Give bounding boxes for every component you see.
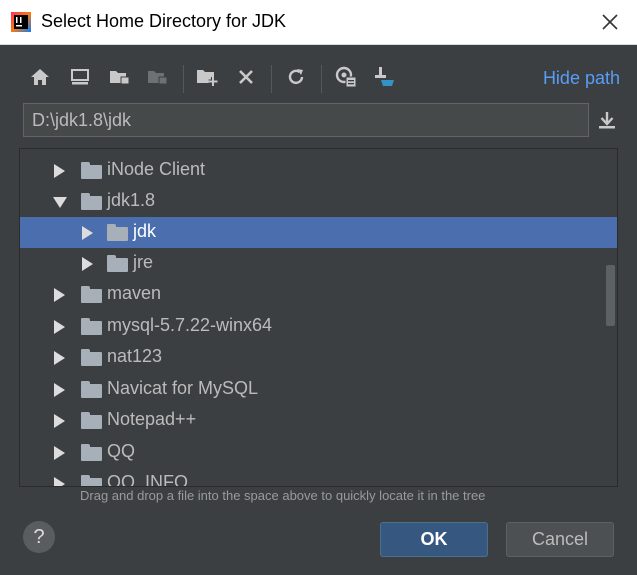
title-bar: Select Home Directory for JDK	[0, 0, 637, 45]
toolbar-separator	[183, 65, 184, 93]
expand-arrow-icon[interactable]	[54, 383, 65, 397]
expand-arrow-icon[interactable]	[54, 288, 65, 302]
home-icon[interactable]	[28, 65, 52, 89]
tree-item-nat123[interactable]: nat123	[20, 342, 617, 373]
expand-arrow-icon[interactable]	[82, 226, 93, 240]
tree-item-label: mysql-5.7.22-winx64	[107, 315, 273, 335]
tree-item-qq-info[interactable]: QQ_INFO	[20, 468, 617, 487]
tree-item-inode-client[interactable]: iNode Client	[20, 155, 617, 186]
folder-icon	[81, 444, 102, 461]
hide-path-link[interactable]: Hide path	[543, 68, 620, 89]
expand-arrow-icon[interactable]	[54, 477, 65, 486]
tree-item-label: jre	[133, 252, 154, 272]
tree-scrollbar-thumb[interactable]	[606, 265, 615, 326]
module-folder-icon[interactable]	[146, 65, 170, 89]
tree-item-jdk1-8[interactable]: jdk1.8	[20, 186, 617, 217]
tree-item-mysql[interactable]: mysql-5.7.22-winx64	[20, 311, 617, 342]
tree-item-label: QQ_INFO	[107, 472, 189, 487]
path-input[interactable]: D:\jdk1.8\jdk	[23, 103, 589, 137]
project-folder-icon[interactable]	[108, 65, 132, 89]
intellij-idea-icon	[11, 12, 31, 32]
tree-item-navicat[interactable]: Navicat for MySQL	[20, 374, 617, 405]
tree-item-maven[interactable]: maven	[20, 279, 617, 310]
desktop-icon[interactable]	[68, 65, 92, 89]
tree-item-qq[interactable]: QQ	[20, 437, 617, 468]
folder-icon	[107, 224, 128, 241]
folder-icon	[81, 381, 102, 398]
tree-item-jdk[interactable]: jdk	[20, 217, 617, 248]
delete-icon[interactable]	[234, 65, 258, 89]
tree-item-label: Notepad++	[107, 409, 197, 429]
help-button[interactable]: ?	[23, 521, 55, 553]
tree-item-label: nat123	[107, 346, 163, 366]
tree-item-label: jdk	[133, 221, 157, 241]
tree-item-label: iNode Client	[107, 159, 206, 179]
toolbar-separator	[271, 65, 272, 93]
folder-icon	[81, 475, 102, 486]
folder-icon	[81, 318, 102, 335]
ok-button[interactable]: OK	[380, 522, 488, 557]
file-tree[interactable]: iNode Client jdk1.8 jdk jre maven mysql-…	[19, 148, 618, 487]
tree-item-label: QQ	[107, 441, 136, 461]
drag-drop-hint: Drag and drop a file into the space abov…	[80, 488, 486, 503]
cancel-button[interactable]: Cancel	[506, 522, 614, 557]
folder-icon	[81, 162, 102, 179]
tree-item-label: jdk1.8	[107, 190, 156, 210]
show-hidden-icon[interactable]	[334, 65, 358, 89]
download-icon[interactable]	[596, 109, 618, 131]
folder-icon	[81, 412, 102, 429]
toolbar-separator	[321, 65, 322, 93]
expand-arrow-icon[interactable]	[82, 257, 93, 271]
dialog-body: Hide path D:\jdk1.8\jdk iNode Client jdk…	[0, 45, 637, 575]
expand-arrow-icon[interactable]	[54, 414, 65, 428]
folder-icon	[107, 255, 128, 272]
new-folder-icon[interactable]	[196, 65, 220, 89]
collapse-arrow-icon[interactable]	[53, 197, 67, 208]
expand-arrow-icon[interactable]	[54, 446, 65, 460]
window-title: Select Home Directory for JDK	[41, 11, 287, 31]
tree-item-notepad[interactable]: Notepad++	[20, 405, 617, 436]
pin-icon[interactable]	[372, 65, 396, 89]
expand-arrow-icon[interactable]	[54, 164, 65, 178]
refresh-icon[interactable]	[284, 65, 308, 89]
close-icon[interactable]	[599, 11, 621, 33]
tree-item-label: Navicat for MySQL	[107, 378, 259, 398]
folder-icon	[81, 193, 102, 210]
tree-item-label: maven	[107, 283, 162, 303]
tree-item-jre[interactable]: jre	[20, 248, 617, 279]
folder-icon	[81, 349, 102, 366]
expand-arrow-icon[interactable]	[54, 351, 65, 365]
expand-arrow-icon[interactable]	[54, 320, 65, 334]
folder-icon	[81, 286, 102, 303]
